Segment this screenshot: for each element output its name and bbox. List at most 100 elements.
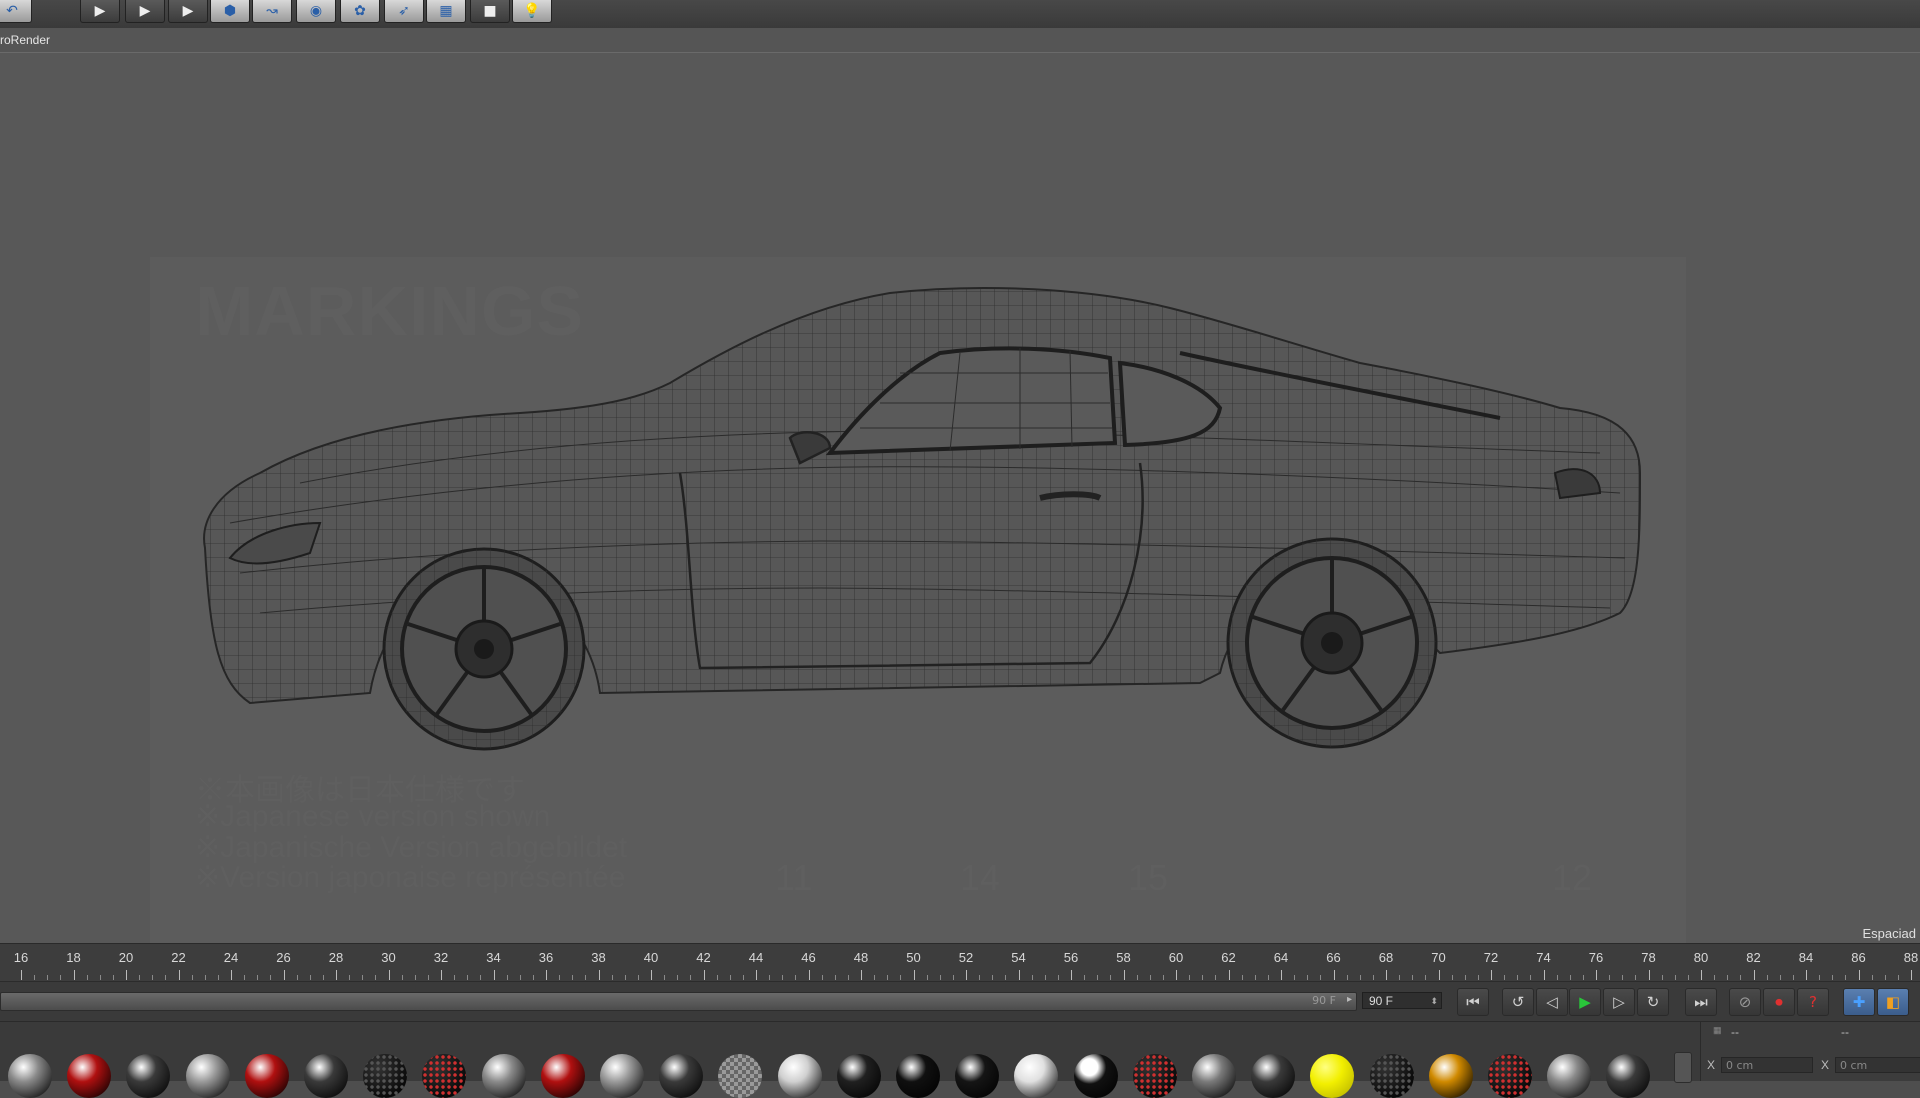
car-wireframe-model[interactable] — [0, 53, 1920, 943]
timeline-tick-label: 58 — [1116, 950, 1131, 965]
timeline-tick-minor — [1832, 975, 1834, 980]
material-swatch[interactable] — [119, 1048, 177, 1098]
material-preview-ball — [777, 1054, 822, 1098]
material-swatch[interactable] — [475, 1048, 533, 1098]
material-swatch[interactable] — [1540, 1048, 1598, 1098]
coords-header: -- — [1731, 1025, 1739, 1039]
material-swatch[interactable] — [771, 1048, 829, 1098]
timeline-tick-major — [1753, 970, 1755, 980]
play-icon[interactable]: ▶ — [1569, 988, 1601, 1016]
go-to-previous-key-icon[interactable]: ↺ — [1502, 988, 1534, 1016]
timeline-tick-major — [1911, 970, 1912, 980]
timeline-tick-minor — [1215, 975, 1217, 980]
render-picture-viewer-icon[interactable]: ▶ — [125, 0, 165, 23]
material-swatch[interactable] — [889, 1048, 947, 1098]
end-frame-field[interactable]: 90 F ⬍ — [1362, 992, 1442, 1009]
go-to-end-icon[interactable]: ⏭ — [1685, 988, 1717, 1016]
size-x-field[interactable]: 0 cm — [1835, 1057, 1920, 1073]
deformer-icon[interactable]: ➶ — [384, 0, 424, 23]
move-tool-icon[interactable]: ✚ — [1843, 988, 1875, 1016]
material-swatch[interactable] — [830, 1048, 888, 1098]
camera-icon[interactable]: ■ — [470, 0, 510, 23]
material-swatch[interactable] — [297, 1048, 355, 1098]
material-swatch[interactable] — [534, 1048, 592, 1098]
keyframe-selection-icon[interactable]: ⊘ — [1729, 988, 1761, 1016]
cube-icon[interactable]: ⬢ — [210, 0, 250, 23]
array-icon[interactable]: ✿ — [340, 0, 380, 23]
material-swatch[interactable] — [1, 1048, 59, 1098]
preview-range-slider[interactable]: 90 F ▸ — [0, 992, 1357, 1011]
render-settings-icon[interactable]: ▶ — [168, 0, 208, 23]
timeline-tick-minor — [1530, 975, 1532, 980]
material-swatch[interactable] — [948, 1048, 1006, 1098]
timeline-tick-major — [73, 970, 75, 980]
timeline-tick-major — [1123, 970, 1125, 980]
timeline-tick-minor — [1057, 975, 1059, 980]
nurbs-icon[interactable]: ◉ — [296, 0, 336, 23]
timeline-tick-minor — [1294, 975, 1296, 980]
step-back-icon[interactable]: ◁ — [1536, 988, 1568, 1016]
material-swatch[interactable] — [356, 1048, 414, 1098]
position-x-field[interactable]: 0 cm — [1721, 1057, 1813, 1073]
timeline-tick-minor — [1582, 975, 1584, 980]
scale-tool-icon[interactable]: ◧ — [1877, 988, 1909, 1016]
undo-icon[interactable]: ↶ — [0, 0, 32, 23]
timeline-ruler[interactable]: 16 18 20 22 24 26 28 30 32 34 36 38 40 42 44 46 48 50 52 54… — [0, 943, 1920, 982]
range-arrow-icon: ▸ — [1346, 994, 1352, 1005]
timeline-tick-major — [546, 970, 547, 980]
timeline-tick-minor — [1674, 975, 1676, 980]
timeline-tick-minor — [1307, 975, 1309, 980]
render-view-icon[interactable]: ▶ — [80, 0, 120, 23]
timeline-tick-major — [1858, 970, 1860, 980]
material-preview-ball — [1073, 1054, 1118, 1098]
material-preview-ball — [1606, 1054, 1651, 1098]
timeline-tick-minor — [1766, 975, 1768, 980]
material-swatch[interactable] — [1599, 1048, 1657, 1098]
material-swatch[interactable] — [179, 1048, 237, 1098]
timeline-tick-minor — [1346, 975, 1348, 980]
timeline-tick-minor — [1359, 975, 1361, 980]
timeline-tick-major — [1491, 970, 1492, 980]
go-to-next-key-icon[interactable]: ↻ — [1637, 988, 1669, 1016]
material-swatch[interactable] — [593, 1048, 651, 1098]
material-preview-ball — [540, 1054, 585, 1098]
light-icon[interactable]: 💡 — [512, 0, 552, 23]
viewport[interactable]: MARKINGS ※本画像は日本仕様です ※Japanese version s… — [0, 53, 1920, 943]
timeline-tick-label: 48 — [853, 950, 869, 965]
go-to-start-icon[interactable]: ⏮ — [1457, 988, 1489, 1016]
material-scrollbar[interactable] — [1674, 1052, 1692, 1083]
material-swatch[interactable] — [60, 1048, 118, 1098]
record-active-objects-icon[interactable]: ⏺ — [1763, 988, 1795, 1016]
floor-icon[interactable]: ▦ — [426, 0, 466, 23]
material-swatch[interactable] — [1067, 1048, 1125, 1098]
material-swatch[interactable] — [1126, 1048, 1184, 1098]
timeline-tick-label: 50 — [906, 950, 921, 965]
material-swatch[interactable] — [1185, 1048, 1243, 1098]
timeline-tick-minor — [1097, 975, 1099, 980]
material-swatch[interactable] — [711, 1048, 769, 1098]
timeline-tick-minor — [1687, 975, 1689, 980]
timeline-tick-label: 42 — [696, 950, 711, 965]
material-swatch[interactable] — [1303, 1048, 1361, 1098]
timeline-tick-minor — [296, 975, 298, 980]
timeline-tick-major — [21, 970, 22, 980]
step-forward-icon[interactable]: ▷ — [1603, 988, 1635, 1016]
spline-icon[interactable]: ↝ — [252, 0, 292, 23]
material-swatch[interactable] — [1007, 1048, 1065, 1098]
material-swatch[interactable] — [1481, 1048, 1539, 1098]
material-swatch[interactable] — [1363, 1048, 1421, 1098]
timeline-tick-label: 22 — [171, 950, 186, 965]
timeline-tick-major — [336, 970, 337, 980]
timeline-tick-minor — [152, 975, 154, 980]
spinner-icon[interactable]: ⬍ — [1430, 993, 1438, 1010]
material-swatch[interactable] — [1244, 1048, 1302, 1098]
timeline-tick-minor — [624, 975, 626, 980]
timeline-tick-minor — [559, 975, 561, 980]
autokeying-icon[interactable]: ? — [1797, 988, 1829, 1016]
timeline-tick-label: 52 — [958, 950, 974, 965]
material-swatch[interactable] — [652, 1048, 710, 1098]
material-swatch[interactable] — [1422, 1048, 1480, 1098]
material-swatch[interactable] — [415, 1048, 473, 1098]
material-swatch[interactable] — [238, 1048, 296, 1098]
material-preview-ball — [126, 1054, 171, 1098]
